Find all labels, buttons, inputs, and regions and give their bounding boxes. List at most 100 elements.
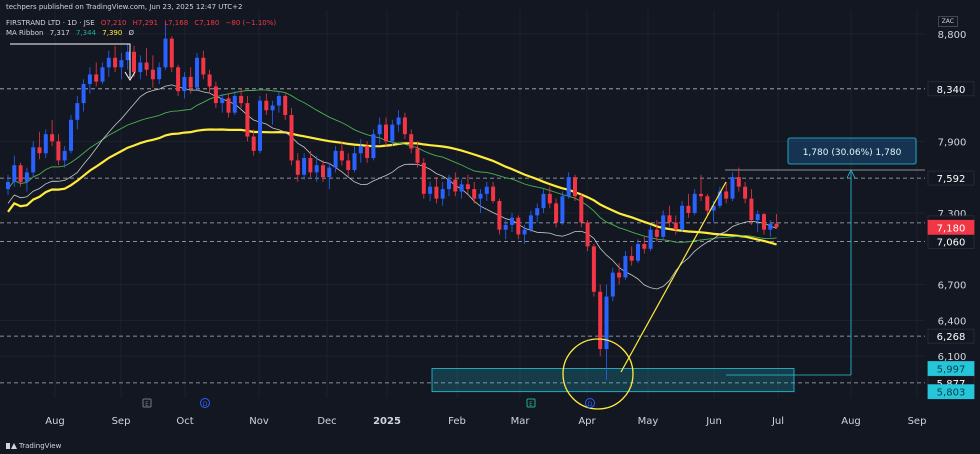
candle-body: [106, 57, 111, 68]
candle-body: [654, 229, 659, 237]
candles: [6, 21, 779, 381]
time-tick-label: Dec: [317, 416, 336, 427]
candle-body: [113, 57, 118, 68]
candle-body: [18, 165, 23, 182]
time-tick-label: Sep: [112, 416, 131, 427]
time-tick-label: Jul: [771, 416, 784, 427]
candle-body: [119, 60, 124, 68]
candle-body: [415, 148, 420, 163]
ma-value-4: Ø: [128, 29, 135, 37]
support-zone: [431, 368, 795, 393]
ma-value-2: 7,344: [75, 29, 97, 37]
footer-brand: TradingView: [6, 442, 61, 450]
candle-body: [12, 165, 17, 182]
candle-body: [207, 74, 212, 87]
published-note: techpers published on TradingView.com, J…: [6, 3, 243, 11]
candle-body: [421, 162, 426, 194]
candle-body: [239, 95, 244, 104]
candle-body: [465, 184, 470, 190]
annotations: 1,780 (30.06%) 1,780 E D E D: [10, 43, 917, 410]
ma-value-3: 7,390: [102, 29, 123, 37]
candle-body: [245, 103, 250, 137]
candle-body: [94, 74, 99, 82]
ma-ribbon-legend[interactable]: MA Ribbon 7,317 7,344 7,390 Ø: [6, 29, 138, 37]
time-tick-label: Aug: [45, 416, 65, 427]
candle-body: [692, 193, 697, 213]
time-tick-label: May: [638, 416, 659, 427]
candle-body: [339, 150, 344, 161]
time-tick-label: Oct: [176, 416, 193, 427]
currency-badge[interactable]: ZAC: [937, 16, 958, 27]
candle-body: [195, 57, 199, 88]
candle-body: [251, 136, 256, 151]
candle-body: [730, 177, 735, 199]
price-tag-label: 7,592: [937, 174, 966, 185]
candle-body: [157, 67, 162, 80]
candle-body: [220, 98, 225, 104]
candle-body: [547, 193, 552, 204]
candle-body: [409, 134, 414, 149]
candle-body: [144, 62, 149, 70]
candle-body: [201, 57, 206, 75]
candle-body: [510, 217, 514, 225]
candle-body: [232, 95, 237, 113]
candle-body: [743, 186, 748, 199]
candle-body: [554, 203, 559, 223]
symbol-legend[interactable]: FIRSTRAND LTD · 1D · JSE O7,210 H7,291 L…: [6, 19, 280, 27]
candle-body: [478, 193, 483, 199]
candle-body: [762, 214, 766, 230]
price-tag-label: 7,180: [937, 223, 966, 234]
candle-body: [314, 165, 319, 173]
candle-body: [150, 69, 155, 80]
ohlc-open: O7,210: [100, 19, 127, 27]
price-axis: 8,8007,9007,3006,7006,4006,1008,3407,592…: [927, 30, 975, 400]
time-tick-label: Aug: [841, 416, 861, 427]
candle-body: [560, 196, 565, 223]
price-tag-label: 8,340: [937, 85, 966, 96]
candle-body: [541, 193, 546, 209]
price-chart[interactable]: 1,780 (30.06%) 1,780E D E D 8,8007,9007,300…: [0, 0, 980, 454]
candle-body: [289, 115, 294, 161]
horizontal-levels: [0, 88, 925, 384]
candle-body: [617, 272, 622, 278]
ohlc-high: H7,291: [132, 19, 158, 27]
price-tag-label: 7,060: [937, 238, 966, 249]
time-tick-label: Mar: [511, 416, 531, 427]
ma-line-white: [7, 84, 777, 290]
candle-body: [610, 272, 615, 297]
event-marker-label: E: [145, 401, 149, 408]
candle-body: [6, 181, 10, 190]
candle-body: [585, 222, 590, 247]
ma-ribbon-label: MA Ribbon: [6, 29, 44, 37]
measure-label: 1,780 (30.06%) 1,780: [803, 148, 902, 158]
ma-ribbon: [7, 84, 777, 290]
candle-body: [283, 95, 288, 116]
event-marker-label: D: [203, 401, 208, 408]
candle-body: [629, 255, 634, 261]
candle-body: [69, 119, 73, 151]
candle-body: [604, 296, 609, 350]
candle-body: [736, 177, 741, 187]
candle-body: [623, 255, 628, 278]
candle-body: [503, 224, 508, 230]
candle-body: [390, 124, 395, 142]
candle-body: [384, 124, 388, 142]
time-tick-label: 2025: [373, 416, 401, 427]
candle-body: [81, 84, 86, 104]
candle-body: [667, 215, 672, 223]
symbol-name: FIRSTRAND LTD · 1D · JSE: [6, 19, 95, 27]
candle-body: [371, 134, 376, 159]
candle-body: [528, 215, 533, 230]
candle-body: [213, 86, 218, 104]
candle-body: [125, 51, 130, 61]
candle-body: [321, 165, 325, 178]
candle-body: [24, 172, 29, 182]
time-tick-label: Sep: [908, 416, 927, 427]
candle-body: [169, 38, 174, 68]
candle-body: [377, 124, 382, 135]
candle-body: [87, 74, 92, 85]
ohlc-low: L7,168: [164, 19, 189, 27]
candle-body: [308, 158, 313, 173]
candle-body: [591, 246, 596, 292]
candle-body: [598, 291, 603, 350]
